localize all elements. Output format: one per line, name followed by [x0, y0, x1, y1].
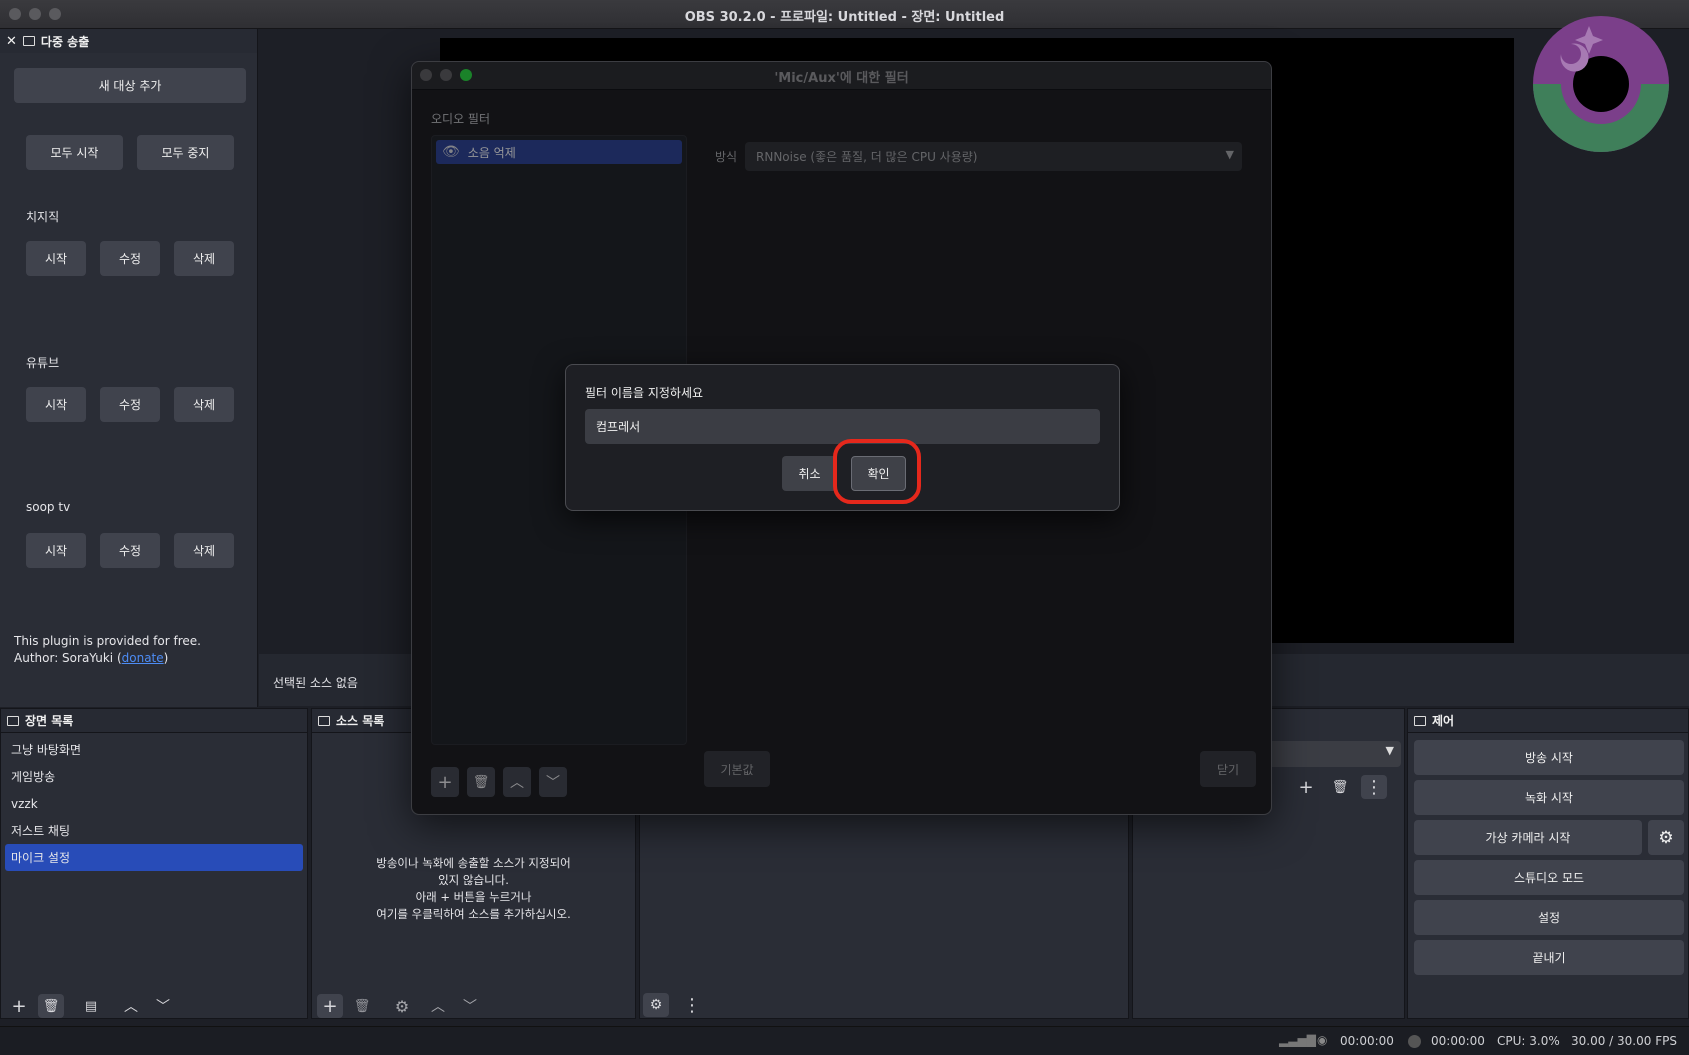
close-icon[interactable]: ✕	[6, 34, 17, 49]
advanced-audio-gear-icon[interactable]: ⚙	[643, 993, 669, 1017]
no-source-label: 선택된 소스 없음	[273, 676, 358, 690]
multistream-dock: ✕ 다중 송출 새 대상 추가 모두 시작 모두 중지 치지직 시작 수정 삭제…	[0, 29, 258, 707]
dock-float-icon[interactable]	[318, 715, 330, 726]
cpu-usage: CPU: 3.0%	[1497, 1034, 1560, 1048]
sources-title: 소스 목록	[336, 714, 385, 728]
record-time: 00:00:00	[1431, 1034, 1485, 1048]
multistream-title: 다중 송출	[40, 34, 90, 49]
up-arrow-icon[interactable]: ︿	[118, 994, 144, 1018]
source-toolbar: + 🗑 ⚙ ︿ ﹀	[317, 994, 483, 1018]
app-logo-icon	[1533, 16, 1669, 152]
add-icon[interactable]: +	[317, 994, 343, 1018]
more-vertical-icon[interactable]: ⋮	[1361, 775, 1387, 799]
transition-toolbar: + 🗑 ⋮	[1293, 775, 1387, 799]
empty-line: 방송이나 녹화에 송출할 소스가 지정되어	[376, 856, 571, 870]
sources-empty-message: 방송이나 녹화에 송출할 소스가 지정되어 있지 않습니다. 아래 + 버튼을 …	[312, 855, 635, 923]
target-name: 유튜브	[26, 356, 60, 370]
scene-item[interactable]: 그냥 바탕화면	[1, 736, 307, 763]
exit-button[interactable]: 끝내기	[1414, 940, 1684, 975]
filter-icon[interactable]: ▤	[78, 994, 104, 1018]
target-delete-button[interactable]: 삭제	[174, 387, 234, 422]
stop-all-button[interactable]: 모두 중지	[137, 135, 234, 170]
target-start-button[interactable]: 시작	[26, 387, 86, 422]
target-start-button[interactable]: 시작	[26, 533, 86, 568]
down-arrow-icon[interactable]: ﹀	[150, 994, 176, 1018]
cancel-button[interactable]: 취소	[782, 456, 837, 491]
scene-item[interactable]: 게임방송	[1, 763, 307, 790]
trash-icon[interactable]: 🗑	[349, 994, 375, 1018]
scene-item-selected[interactable]: 마이크 설정	[5, 844, 303, 871]
up-arrow-icon[interactable]: ︿	[425, 994, 451, 1018]
dock-float-icon[interactable]	[7, 715, 19, 726]
author-prefix: Author: SoraYuki (	[14, 651, 122, 665]
settings-button[interactable]: 설정	[1414, 900, 1684, 935]
author-suffix: )	[163, 651, 169, 665]
controls-dock-header: 제어	[1408, 709, 1688, 733]
scenes-title: 장면 목록	[25, 714, 74, 728]
add-target-button[interactable]: 새 대상 추가	[14, 68, 246, 103]
start-stream-button[interactable]: 방송 시작	[1414, 740, 1684, 775]
filter-name-prompt: 필터 이름을 지정하세요	[585, 386, 704, 400]
down-arrow-icon[interactable]: ﹀	[457, 994, 483, 1018]
virtual-camera-button[interactable]: 가상 카메라 시작	[1414, 820, 1642, 855]
mixer-toolbar: ⚙ ⋮	[643, 993, 705, 1017]
start-record-button[interactable]: 녹화 시작	[1414, 780, 1684, 815]
record-status-icon	[1408, 1035, 1421, 1048]
empty-line: 아래 + 버튼을 누르거나	[415, 890, 532, 904]
window-titlebar: OBS 30.2.0 - 프로파일: Untitled - 장면: Untitl…	[0, 0, 1689, 29]
multistream-dock-header: ✕ 다중 송출	[0, 29, 257, 53]
window-title: OBS 30.2.0 - 프로파일: Untitled - 장면: Untitl…	[684, 10, 1005, 25]
target-edit-button[interactable]: 수정	[100, 241, 160, 276]
controls-title: 제어	[1432, 714, 1455, 728]
empty-line: 있지 않습니다.	[438, 873, 509, 887]
scenes-dock: 장면 목록 그냥 바탕화면 게임방송 vzzk 저스트 채팅 마이크 설정 + …	[0, 708, 308, 1019]
scene-item[interactable]: 저스트 채팅	[1, 817, 307, 844]
add-icon[interactable]: +	[6, 994, 32, 1018]
target-edit-button[interactable]: 수정	[100, 387, 160, 422]
status-bar: ▂▃▅▇ ◉ 00:00:00 00:00:00 CPU: 3.0% 30.00…	[0, 1026, 1689, 1055]
dock-float-icon[interactable]	[1414, 715, 1426, 726]
empty-line: 여기를 우클릭하여 소스를 추가하십시오.	[376, 907, 571, 921]
studio-mode-button[interactable]: 스튜디오 모드	[1414, 860, 1684, 895]
target-delete-button[interactable]: 삭제	[174, 241, 234, 276]
scene-list: 그냥 바탕화면 게임방송 vzzk 저스트 채팅 마이크 설정	[1, 733, 307, 871]
scene-toolbar: + 🗑 ▤ ︿ ﹀	[6, 994, 176, 1018]
more-vertical-icon[interactable]: ⋮	[679, 993, 705, 1017]
target-delete-button[interactable]: 삭제	[174, 533, 234, 568]
scene-item[interactable]: vzzk	[1, 790, 307, 817]
stream-time: 00:00:00	[1340, 1034, 1394, 1048]
target-name: soop tv	[26, 500, 71, 514]
scenes-dock-header: 장면 목록	[1, 709, 307, 733]
start-all-button[interactable]: 모두 시작	[26, 135, 123, 170]
controls-dock: 제어 방송 시작 녹화 시작 가상 카메라 시작 ⚙ 스튜디오 모드 설정 끝내…	[1407, 708, 1689, 1019]
trash-icon[interactable]: 🗑	[1327, 775, 1353, 799]
ok-button-highlight	[833, 439, 921, 504]
stream-status-icon: ◉	[1317, 1033, 1328, 1047]
target-name: 치지직	[26, 210, 60, 224]
trash-icon[interactable]: 🗑	[38, 994, 64, 1018]
donate-link[interactable]: donate	[122, 651, 164, 665]
add-icon[interactable]: +	[1293, 775, 1319, 799]
gear-icon[interactable]: ⚙	[389, 994, 415, 1018]
target-start-button[interactable]: 시작	[26, 241, 86, 276]
plugin-note: This plugin is provided for free.	[14, 634, 201, 648]
target-edit-button[interactable]: 수정	[100, 533, 160, 568]
fps-readout: 30.00 / 30.00 FPS	[1571, 1034, 1677, 1048]
signal-strength-icon: ▂▃▅▇	[1279, 1033, 1316, 1047]
dock-float-icon[interactable]	[22, 36, 35, 46]
chevron-down-icon: ▼	[1385, 744, 1394, 757]
virtual-camera-gear-icon[interactable]: ⚙	[1648, 820, 1684, 855]
filter-name-input[interactable]	[585, 409, 1100, 444]
plugin-author: Author: SoraYuki (donate)	[14, 651, 168, 665]
